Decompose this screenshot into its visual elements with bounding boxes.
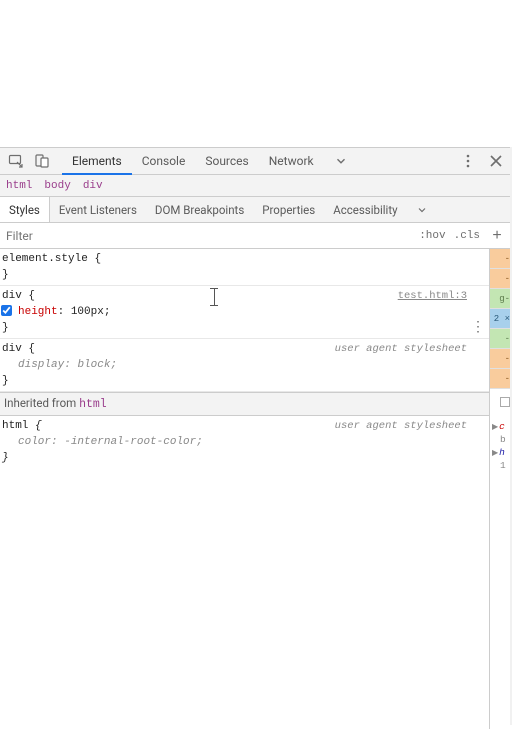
styles-sub-tabs: Styles Event Listeners DOM Breakpoints P…: [0, 197, 512, 223]
sub-tab-dom-breakpoints[interactable]: DOM Breakpoints: [146, 197, 253, 222]
source-link[interactable]: test.html:3: [398, 288, 467, 304]
sub-tab-properties[interactable]: Properties: [253, 197, 324, 222]
breadcrumb: html body div: [0, 175, 512, 197]
tab-overflow[interactable]: [324, 148, 358, 174]
tab-network[interactable]: Network: [259, 148, 324, 174]
computed-prop[interactable]: h: [499, 447, 505, 458]
main-tabs: Elements Console Sources Network: [62, 148, 358, 174]
rule-element-style[interactable]: element.style { }: [0, 249, 489, 286]
styles-pane: element.style { } div { test.html:3 heig…: [0, 249, 489, 729]
devtools-panel: Elements Console Sources Network html bo…: [0, 147, 512, 729]
selector: element.style: [2, 253, 88, 265]
box-model-stripe[interactable]: -: [490, 329, 512, 349]
inherited-element[interactable]: html: [79, 398, 107, 411]
expand-icon[interactable]: ▶: [492, 448, 498, 458]
expand-icon[interactable]: ▶: [492, 422, 498, 432]
prop-value: -internal-root-color: [64, 436, 196, 448]
sub-tab-overflow[interactable]: [407, 197, 437, 222]
ua-label: user agent stylesheet: [335, 341, 467, 357]
rule-div-authored[interactable]: div { test.html:3 height: 100px; } ⋮: [0, 286, 489, 339]
prop-name: color: [18, 436, 51, 448]
prop-value: block: [77, 359, 110, 371]
selector: html: [2, 420, 28, 432]
filter-input[interactable]: [0, 223, 419, 248]
computed-side-pane: --g-2 ×--- ▶c b ▶h 1: [489, 249, 512, 729]
sub-tab-event-listeners[interactable]: Event Listeners: [50, 197, 146, 222]
device-toggle-icon[interactable]: [32, 151, 52, 171]
inspect-icon[interactable]: [6, 151, 26, 171]
box-model-stripe[interactable]: -: [490, 349, 512, 369]
rule-html-ua: html { user agent stylesheet color: -int…: [0, 416, 489, 468]
kebab-menu-icon[interactable]: [458, 151, 478, 171]
breadcrumb-html[interactable]: html: [6, 180, 32, 192]
close-devtools-icon[interactable]: [486, 151, 506, 171]
page-content-area: [0, 0, 512, 147]
ua-label: user agent stylesheet: [335, 418, 467, 434]
tab-console[interactable]: Console: [132, 148, 196, 174]
selector: div: [2, 343, 22, 355]
computed-prop[interactable]: c: [499, 421, 505, 432]
box-model-stripe[interactable]: -: [490, 269, 512, 289]
declaration-toggle[interactable]: [1, 305, 12, 316]
filter-row: :hov .cls +: [0, 223, 512, 249]
box-model-stripe[interactable]: g-: [490, 289, 512, 309]
box-model-stripe[interactable]: 2 ×: [490, 309, 512, 329]
computed-value: 1: [500, 460, 506, 471]
hov-toggle[interactable]: :hov: [419, 230, 445, 242]
prop-value[interactable]: 100px: [71, 306, 104, 318]
sub-tab-accessibility[interactable]: Accessibility: [324, 197, 406, 222]
breadcrumb-div[interactable]: div: [83, 180, 103, 192]
show-all-checkbox[interactable]: [500, 397, 510, 407]
sub-tab-styles[interactable]: Styles: [0, 197, 50, 222]
breadcrumb-body[interactable]: body: [44, 180, 70, 192]
prop-name: display: [18, 359, 64, 371]
inherited-from-header[interactable]: Inherited from html: [0, 392, 489, 416]
computed-prop: b: [500, 434, 506, 445]
devtools-toolbar: Elements Console Sources Network: [0, 148, 512, 175]
selector: div: [2, 290, 22, 302]
rule-div-ua: div { user agent stylesheet display: blo…: [0, 339, 489, 392]
box-model-stripe[interactable]: -: [490, 369, 512, 389]
tab-elements[interactable]: Elements: [62, 148, 132, 174]
box-model-stripe[interactable]: -: [490, 249, 512, 269]
cls-toggle[interactable]: .cls: [454, 230, 480, 242]
tab-sources[interactable]: Sources: [195, 148, 258, 174]
rule-kebab-icon[interactable]: ⋮: [471, 320, 485, 336]
new-style-rule-icon[interactable]: +: [488, 227, 506, 245]
prop-name[interactable]: height: [18, 306, 58, 318]
